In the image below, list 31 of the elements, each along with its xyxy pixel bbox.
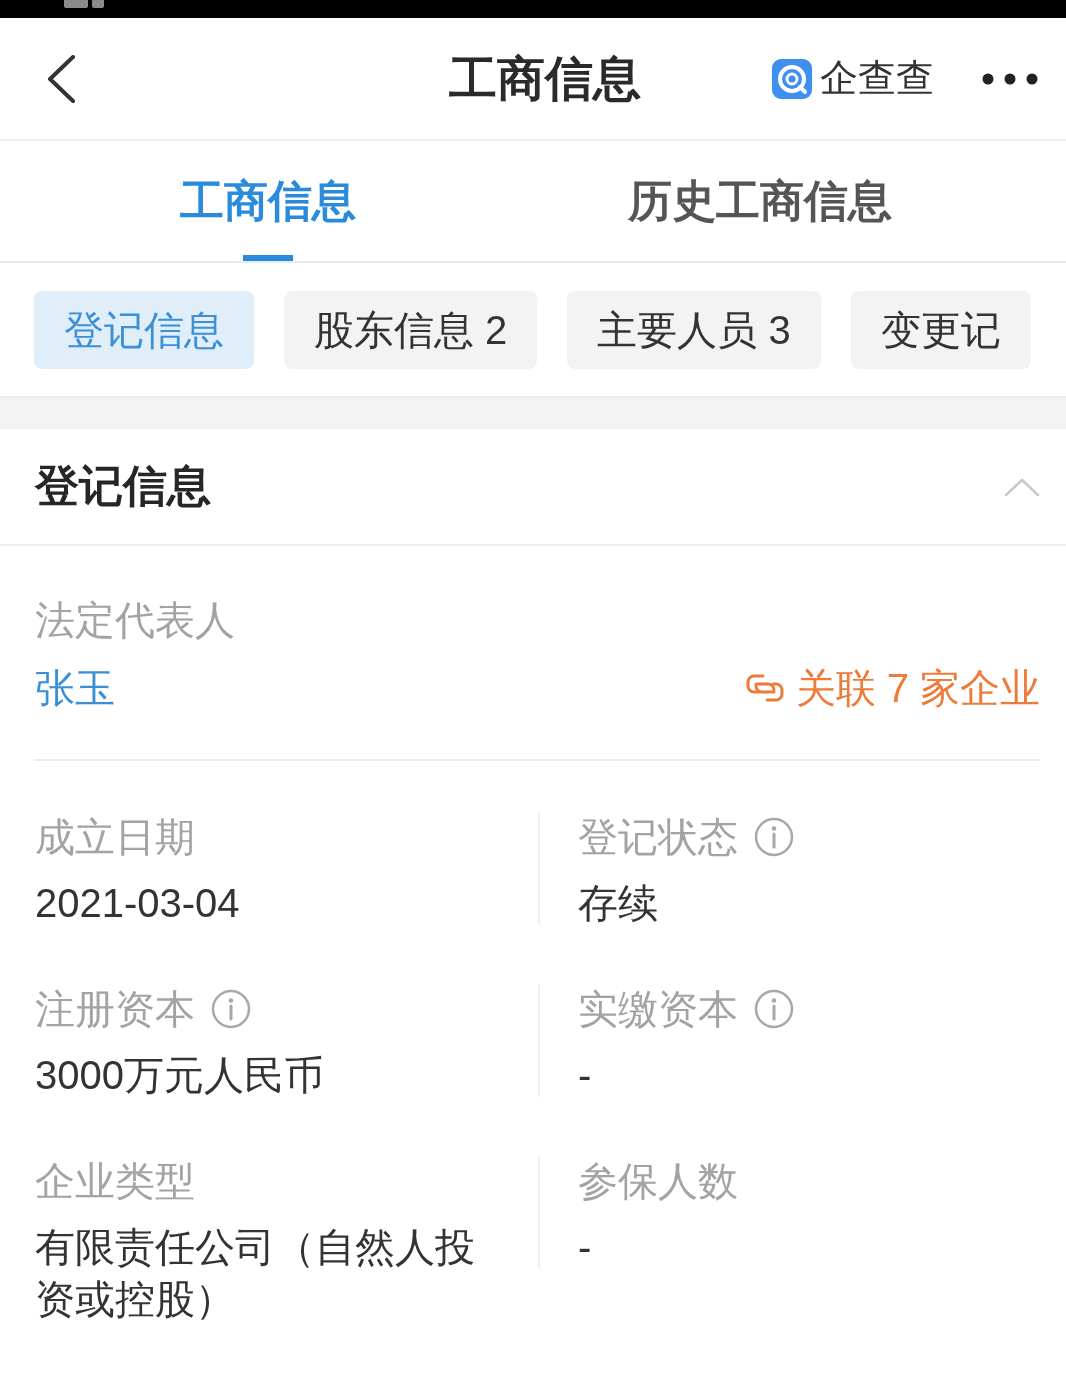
tab[interactable]: 历史工商信息: [598, 141, 922, 261]
section-title: 登记信息: [35, 460, 211, 512]
field-value: 3000万元人民币: [35, 1052, 324, 1099]
field-value: -: [578, 1224, 592, 1271]
filter-chip[interactable]: 变更记: [850, 291, 1031, 369]
chevron-left-icon: [46, 54, 76, 103]
filter-chip[interactable]: 股东信息 2: [284, 291, 538, 369]
tab-indicator: [243, 255, 293, 261]
field-label: 企业类型: [35, 1158, 195, 1205]
chevron-up-icon[interactable]: [1004, 476, 1040, 497]
field-label: 参保人数: [578, 1158, 738, 1205]
more-icon: [982, 72, 1038, 85]
info-icon[interactable]: [211, 989, 251, 1029]
field-label: 成立日期: [35, 814, 195, 861]
page-title: 工商信息: [448, 50, 641, 107]
field-value: 存续: [578, 880, 658, 927]
field-value: 有限责任公司（自然人投资或控股）: [35, 1224, 476, 1323]
info-icon[interactable]: [754, 989, 794, 1029]
field-value: -: [578, 1052, 592, 1099]
field-value: 2021-03-04: [35, 880, 240, 927]
field-label: 登记状态: [578, 814, 738, 861]
brand-name: 企查查: [820, 56, 934, 101]
field-label: 实缴资本: [578, 986, 738, 1033]
field-label: 法定代表人: [35, 598, 235, 642]
link-icon: [745, 672, 784, 704]
logo-icon: [772, 58, 812, 99]
filter-chip[interactable]: 主要人员 3: [567, 291, 821, 369]
tab[interactable]: 工商信息: [150, 141, 386, 261]
info-icon[interactable]: [754, 817, 794, 857]
status-icon: [64, 0, 104, 8]
field-label: 注册资本: [35, 986, 195, 1033]
